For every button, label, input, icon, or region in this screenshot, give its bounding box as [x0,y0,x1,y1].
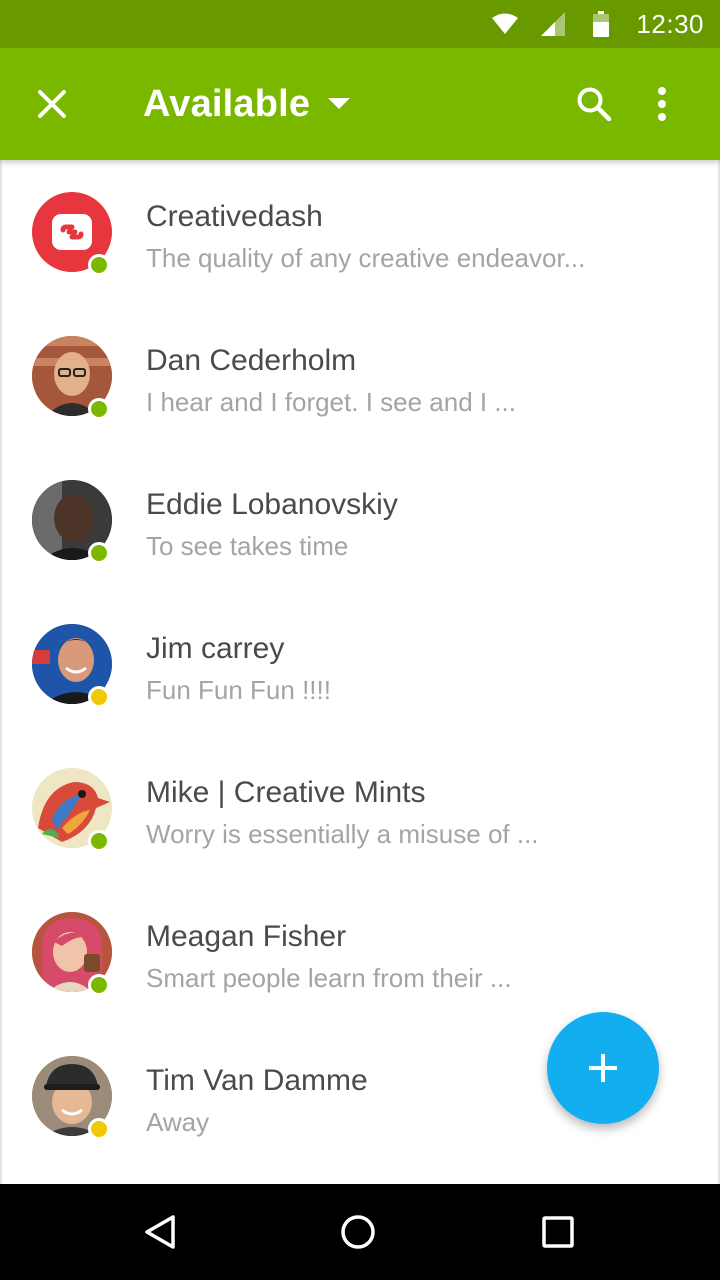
more-options-button[interactable] [636,76,688,132]
contact-message: The quality of any creative endeavor... [146,243,586,273]
battery-icon [588,11,614,37]
status-time: 12:30 [636,8,704,39]
page-title: Available [143,82,311,125]
online-status-indicator [88,398,110,420]
navigation-bar [0,1184,720,1280]
online-status-indicator [88,830,110,852]
contact-message: Fun Fun Fun !!!! [146,675,331,705]
contact-name: Mike | Creative Mints [146,776,426,809]
contact-message: I hear and I forget. I see and I ... [146,387,517,417]
contact-name: Dan Cederholm [146,344,357,377]
contact-row[interactable]: Eddie Lobanovskiy To see takes time [2,448,718,592]
home-button[interactable] [328,1202,388,1262]
status-bar: 12:30 [0,0,720,48]
recents-icon [542,1216,574,1248]
app-bar: Available [0,48,720,160]
wifi-icon [492,11,519,37]
search-button[interactable] [566,76,622,132]
availability-dropdown[interactable]: Available [143,78,351,130]
plus-icon [589,1054,617,1082]
away-status-indicator [88,686,110,708]
contact-name: Jim carrey [146,632,285,665]
contact-message: Away [146,1107,210,1137]
contact-name: Meagan Fisher [146,920,347,953]
back-button[interactable] [130,1202,190,1262]
contact-row[interactable]: Jim carrey Fun Fun Fun !!!! [2,592,718,736]
online-status-indicator [88,542,110,564]
contact-row[interactable]: Dan Cederholm I hear and I forget. I see… [2,304,718,448]
contact-message: To see takes time [146,531,349,561]
contact-message: Worry is essentially a misuse of ... [146,819,539,849]
contact-row[interactable]: Creativedash The quality of any creative… [2,160,718,304]
contact-row[interactable]: Mike | Creative Mints Worry is essential… [2,736,718,880]
add-contact-button[interactable] [547,1012,659,1124]
dropdown-arrow-icon [328,98,351,109]
back-icon [145,1215,175,1249]
home-icon [341,1215,375,1249]
close-icon [38,90,66,118]
contact-row[interactable]: Meagan Fisher Smart people learn from th… [2,880,718,1024]
recents-button[interactable] [528,1202,588,1262]
search-icon [577,87,612,122]
contact-name: Tim Van Damme [146,1064,368,1097]
contact-name: Creativedash [146,200,323,233]
online-status-indicator [88,974,110,996]
away-status-indicator [88,1118,110,1140]
signal-icon [540,11,566,37]
more-vert-icon [658,87,666,121]
close-button[interactable] [24,76,80,132]
contact-name: Eddie Lobanovskiy [146,488,398,521]
contact-message: Smart people learn from their ... [146,963,512,993]
online-status-indicator [88,254,110,276]
